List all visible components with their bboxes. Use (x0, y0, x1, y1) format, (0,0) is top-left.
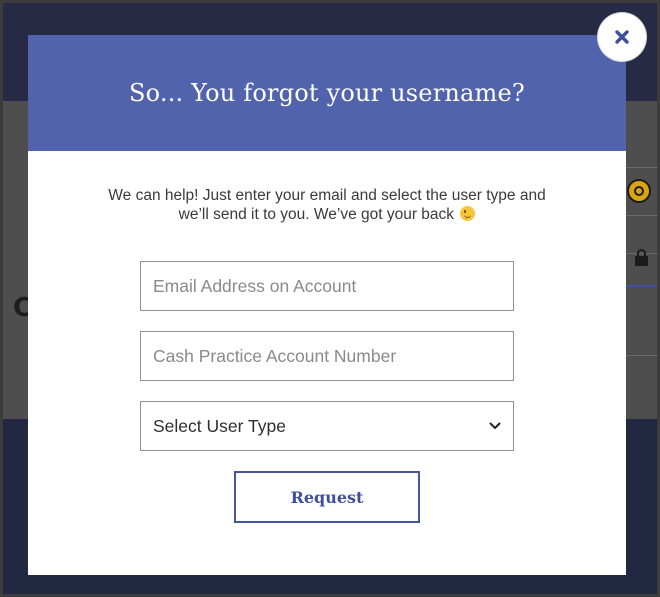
intro-line-2-wrap: we’ll send it to you. We’ve got your bac… (28, 205, 626, 224)
close-icon (615, 30, 629, 44)
forgot-username-modal: So... You forgot your username? We can h… (28, 35, 626, 575)
lock-icon (635, 249, 648, 266)
user-type-select[interactable]: Select User Type (140, 401, 514, 451)
request-button[interactable]: Request (234, 471, 420, 523)
email-field[interactable] (140, 261, 514, 311)
close-modal-button[interactable] (598, 13, 646, 61)
modal-title: So... You forgot your username? (129, 79, 525, 107)
user-type-selected-value: Select User Type (153, 415, 286, 436)
intro-line-2: we’ll send it to you. We’ve got your bac… (178, 206, 455, 223)
key-badge-icon (627, 179, 651, 203)
intro-line-1: We can help! Just enter your email and s… (108, 187, 546, 204)
winking-face-icon (460, 206, 476, 221)
screen: C So... You forgot your username? We can… (0, 0, 660, 597)
chevron-down-icon (489, 422, 501, 429)
modal-intro-text: We can help! Just enter your email and s… (28, 186, 626, 224)
modal-header: So... You forgot your username? (28, 35, 626, 151)
account-number-field[interactable] (140, 331, 514, 381)
